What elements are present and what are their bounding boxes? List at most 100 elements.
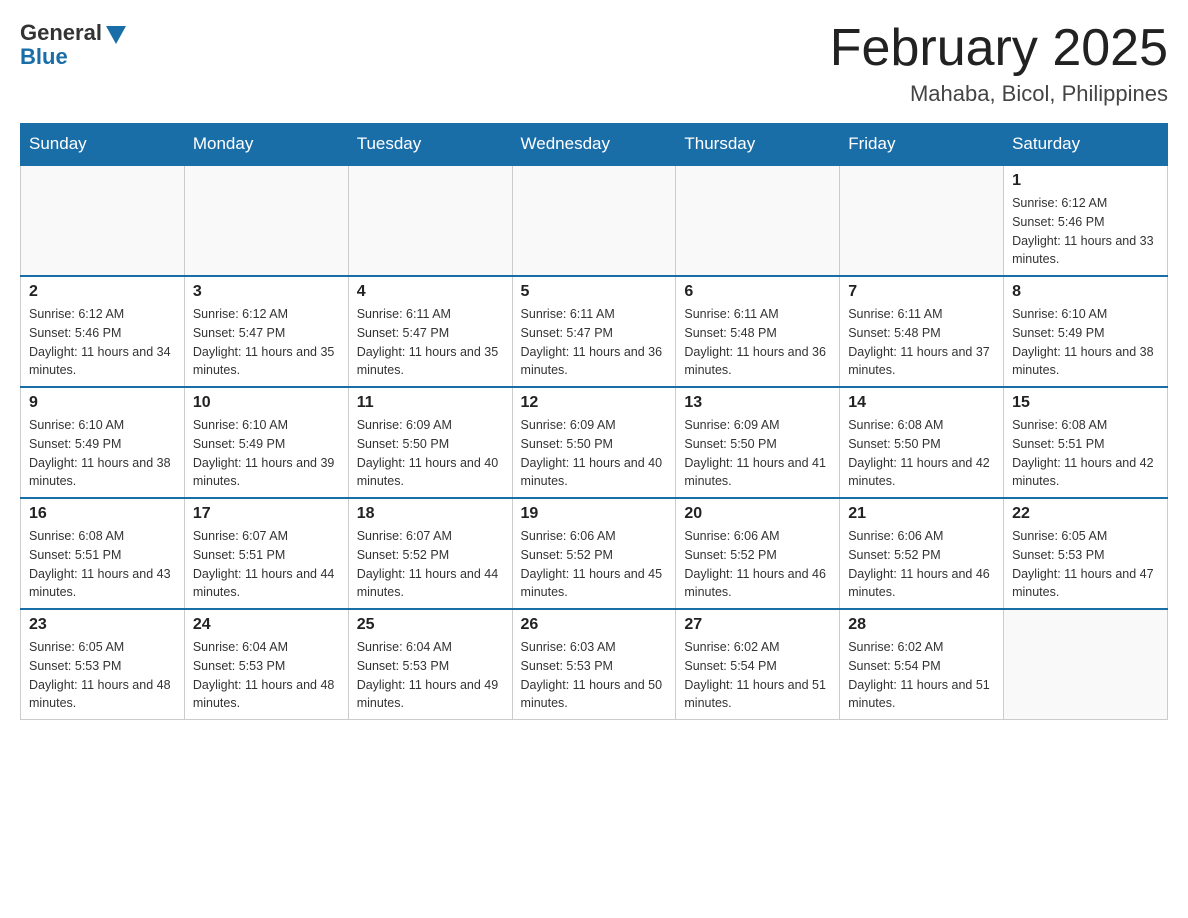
day-number: 7 (848, 283, 995, 301)
day-number: 14 (848, 394, 995, 412)
calendar-cell: 20 Sunrise: 6:06 AMSunset: 5:52 PMDayligh… (676, 498, 840, 609)
day-number: 13 (684, 394, 831, 412)
day-info: Sunrise: 6:12 AMSunset: 5:47 PMDaylight:… (193, 305, 340, 380)
day-number: 24 (193, 616, 340, 634)
day-info: Sunrise: 6:12 AMSunset: 5:46 PMDaylight:… (29, 305, 176, 380)
calendar-cell: 2 Sunrise: 6:12 AMSunset: 5:46 PMDaylight… (21, 276, 185, 387)
day-number: 22 (1012, 505, 1159, 523)
calendar-cell: 22 Sunrise: 6:05 AMSunset: 5:53 PMDayligh… (1004, 498, 1168, 609)
page-header: General Blue February 2025 Mahaba, Bicol… (20, 20, 1168, 107)
calendar-cell: 28Sunrise: 6:02 AMSunset: 5:54 PMDayligh… (840, 609, 1004, 720)
day-info: Sunrise: 6:11 AMSunset: 5:48 PMDaylight:… (684, 305, 831, 380)
calendar-cell: 6 Sunrise: 6:11 AMSunset: 5:48 PMDaylight… (676, 276, 840, 387)
calendar-cell: 18 Sunrise: 6:07 AMSunset: 5:52 PMDayligh… (348, 498, 512, 609)
weekday-header-wednesday: Wednesday (512, 124, 676, 166)
calendar-cell: 1 Sunrise: 6:12 AMSunset: 5:46 PMDaylight… (1004, 165, 1168, 276)
day-info: Sunrise: 6:11 AMSunset: 5:48 PMDaylight:… (848, 305, 995, 380)
day-number: 2 (29, 283, 176, 301)
day-info: Sunrise: 6:07 AMSunset: 5:51 PMDaylight:… (193, 527, 340, 602)
calendar-table: SundayMondayTuesdayWednesdayThursdayFrid… (20, 123, 1168, 720)
weekday-header-thursday: Thursday (676, 124, 840, 166)
day-number: 15 (1012, 394, 1159, 412)
day-number: 21 (848, 505, 995, 523)
calendar-cell: 4Sunrise: 6:11 AMSunset: 5:47 PMDaylight… (348, 276, 512, 387)
day-number: 3 (193, 283, 340, 301)
logo: General Blue (20, 20, 126, 70)
day-info: Sunrise: 6:06 AMSunset: 5:52 PMDaylight:… (521, 527, 668, 602)
calendar-cell: 21 Sunrise: 6:06 AMSunset: 5:52 PMDayligh… (840, 498, 1004, 609)
day-info: Sunrise: 6:08 AMSunset: 5:50 PMDaylight:… (848, 416, 995, 491)
calendar-cell: 13 Sunrise: 6:09 AMSunset: 5:50 PMDayligh… (676, 387, 840, 498)
day-number: 12 (521, 394, 668, 412)
calendar-cell (676, 165, 840, 276)
calendar-cell: 10 Sunrise: 6:10 AMSunset: 5:49 PMDayligh… (184, 387, 348, 498)
day-number: 18 (357, 505, 504, 523)
calendar-week-row: 16 Sunrise: 6:08 AMSunset: 5:51 PMDayligh… (21, 498, 1168, 609)
month-year-title: February 2025 (830, 20, 1168, 77)
calendar-cell: 3 Sunrise: 6:12 AMSunset: 5:47 PMDaylight… (184, 276, 348, 387)
calendar-cell (21, 165, 185, 276)
day-info: Sunrise: 6:10 AMSunset: 5:49 PMDaylight:… (1012, 305, 1159, 380)
day-info: Sunrise: 6:05 AMSunset: 5:53 PMDaylight:… (1012, 527, 1159, 602)
day-number: 11 (357, 394, 504, 412)
day-info: Sunrise: 6:12 AMSunset: 5:46 PMDaylight:… (1012, 194, 1159, 269)
day-number: 6 (684, 283, 831, 301)
day-info: Sunrise: 6:08 AMSunset: 5:51 PMDaylight:… (1012, 416, 1159, 491)
day-info: Sunrise: 6:09 AMSunset: 5:50 PMDaylight:… (521, 416, 668, 491)
day-number: 26 (521, 616, 668, 634)
logo-blue-text: Blue (20, 44, 68, 70)
day-number: 9 (29, 394, 176, 412)
day-info: Sunrise: 6:09 AMSunset: 5:50 PMDaylight:… (684, 416, 831, 491)
weekday-header-tuesday: Tuesday (348, 124, 512, 166)
day-number: 1 (1012, 172, 1159, 190)
calendar-cell: 15 Sunrise: 6:08 AMSunset: 5:51 PMDayligh… (1004, 387, 1168, 498)
calendar-cell: 11 Sunrise: 6:09 AMSunset: 5:50 PMDayligh… (348, 387, 512, 498)
weekday-header-row: SundayMondayTuesdayWednesdayThursdayFrid… (21, 124, 1168, 166)
day-info: Sunrise: 6:11 AMSunset: 5:47 PMDaylight:… (521, 305, 668, 380)
calendar-cell: 26Sunrise: 6:03 AMSunset: 5:53 PMDayligh… (512, 609, 676, 720)
calendar-week-row: 2 Sunrise: 6:12 AMSunset: 5:46 PMDaylight… (21, 276, 1168, 387)
calendar-cell: 19 Sunrise: 6:06 AMSunset: 5:52 PMDayligh… (512, 498, 676, 609)
weekday-header-friday: Friday (840, 124, 1004, 166)
calendar-cell: 24 Sunrise: 6:04 AMSunset: 5:53 PMDayligh… (184, 609, 348, 720)
day-info: Sunrise: 6:04 AMSunset: 5:53 PMDaylight:… (357, 638, 504, 713)
day-info: Sunrise: 6:05 AMSunset: 5:53 PMDaylight:… (29, 638, 176, 713)
day-info: Sunrise: 6:06 AMSunset: 5:52 PMDaylight:… (684, 527, 831, 602)
day-info: Sunrise: 6:09 AMSunset: 5:50 PMDaylight:… (357, 416, 504, 491)
day-number: 28 (848, 616, 995, 634)
weekday-header-sunday: Sunday (21, 124, 185, 166)
title-block: February 2025 Mahaba, Bicol, Philippines (830, 20, 1168, 107)
day-number: 25 (357, 616, 504, 634)
calendar-cell: 16 Sunrise: 6:08 AMSunset: 5:51 PMDayligh… (21, 498, 185, 609)
calendar-cell: 27Sunrise: 6:02 AMSunset: 5:54 PMDayligh… (676, 609, 840, 720)
day-info: Sunrise: 6:07 AMSunset: 5:52 PMDaylight:… (357, 527, 504, 602)
day-number: 8 (1012, 283, 1159, 301)
day-info: Sunrise: 6:04 AMSunset: 5:53 PMDaylight:… (193, 638, 340, 713)
calendar-cell (184, 165, 348, 276)
day-info: Sunrise: 6:11 AMSunset: 5:47 PMDaylight:… (357, 305, 504, 380)
day-number: 16 (29, 505, 176, 523)
day-number: 19 (521, 505, 668, 523)
calendar-cell: 7 Sunrise: 6:11 AMSunset: 5:48 PMDaylight… (840, 276, 1004, 387)
day-number: 23 (29, 616, 176, 634)
day-number: 17 (193, 505, 340, 523)
calendar-cell: 5 Sunrise: 6:11 AMSunset: 5:47 PMDaylight… (512, 276, 676, 387)
calendar-cell (348, 165, 512, 276)
day-number: 20 (684, 505, 831, 523)
calendar-cell: 14 Sunrise: 6:08 AMSunset: 5:50 PMDayligh… (840, 387, 1004, 498)
calendar-cell: 23 Sunrise: 6:05 AMSunset: 5:53 PMDayligh… (21, 609, 185, 720)
day-number: 27 (684, 616, 831, 634)
calendar-cell (512, 165, 676, 276)
day-number: 5 (521, 283, 668, 301)
calendar-week-row: 1 Sunrise: 6:12 AMSunset: 5:46 PMDaylight… (21, 165, 1168, 276)
calendar-cell (1004, 609, 1168, 720)
calendar-cell: 17 Sunrise: 6:07 AMSunset: 5:51 PMDayligh… (184, 498, 348, 609)
weekday-header-monday: Monday (184, 124, 348, 166)
day-info: Sunrise: 6:10 AMSunset: 5:49 PMDaylight:… (193, 416, 340, 491)
day-info: Sunrise: 6:10 AMSunset: 5:49 PMDaylight:… (29, 416, 176, 491)
day-info: Sunrise: 6:08 AMSunset: 5:51 PMDaylight:… (29, 527, 176, 602)
calendar-cell: 8 Sunrise: 6:10 AMSunset: 5:49 PMDaylight… (1004, 276, 1168, 387)
day-info: Sunrise: 6:06 AMSunset: 5:52 PMDaylight:… (848, 527, 995, 602)
day-number: 10 (193, 394, 340, 412)
logo-general-text: General (20, 20, 102, 46)
